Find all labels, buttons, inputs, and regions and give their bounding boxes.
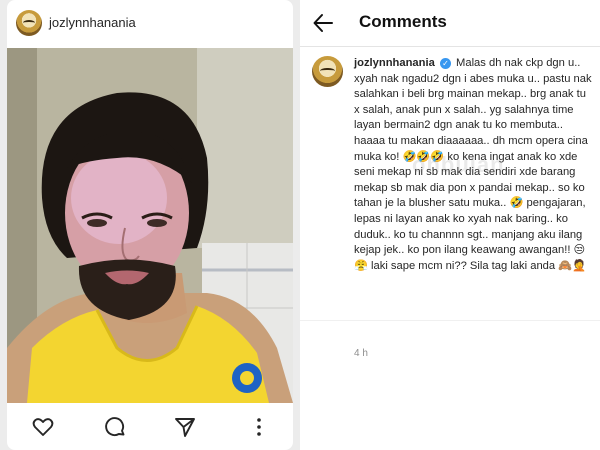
arrow-left-icon[interactable]: [312, 12, 334, 34]
send-icon[interactable]: [173, 415, 197, 439]
footer-divider: [300, 320, 600, 321]
comment-icon[interactable]: [103, 415, 127, 439]
comment-username[interactable]: jozlynnhanania: [354, 57, 435, 69]
more-vertical-icon[interactable]: [247, 415, 271, 439]
photo-illustration: [7, 48, 293, 403]
post-actions: [7, 403, 293, 450]
comment-timestamp: 4 h: [354, 348, 368, 359]
comment-avatar[interactable]: [312, 56, 343, 87]
verified-badge-icon: ✓: [439, 58, 451, 69]
header-divider: [300, 46, 600, 47]
comments-header: Comments: [300, 0, 600, 46]
post-card: jozlynnhanania: [7, 0, 293, 450]
post-photo[interactable]: [7, 48, 293, 403]
heart-icon[interactable]: [31, 415, 55, 439]
comments-title: Comments: [359, 12, 447, 31]
post-username[interactable]: jozlynnhanania: [49, 15, 136, 30]
comments-panel: Comments jozlynnhanania ✓ Malas dh nak c…: [300, 0, 600, 450]
post-header: jozlynnhanania: [7, 0, 293, 44]
post-avatar[interactable]: [16, 10, 42, 36]
watermark: ohbulan: [412, 152, 505, 177]
